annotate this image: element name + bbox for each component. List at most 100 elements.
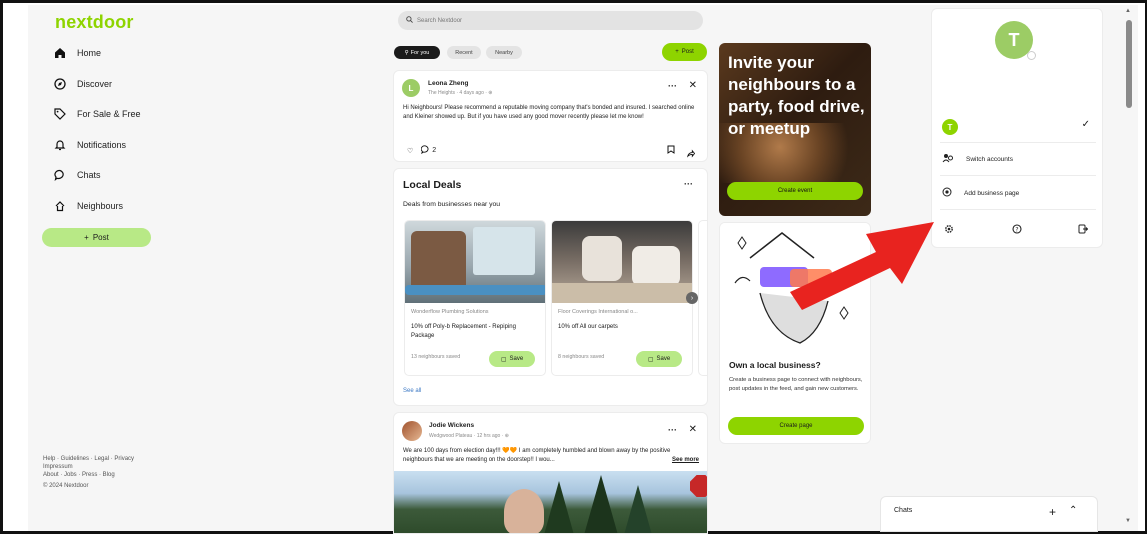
neighbours-icon — [53, 199, 67, 213]
business-ad-title: Own a local business? — [729, 360, 821, 370]
invite-headline: Invite your neighbours to a party, food … — [728, 53, 865, 138]
sidebar-item-label: Chats — [77, 170, 101, 180]
local-deals-title: Local Deals — [403, 179, 462, 191]
deal-photo — [405, 221, 545, 303]
more-options-icon[interactable]: ··· — [668, 81, 677, 91]
sidebar-item-notifications[interactable]: Notifications — [53, 138, 126, 152]
sidebar-item-neighbours[interactable]: Neighbours — [53, 199, 123, 213]
help-icon[interactable]: ? — [1012, 221, 1022, 239]
avatar[interactable] — [402, 421, 422, 441]
comment-icon[interactable] — [421, 145, 430, 156]
see-all-link[interactable]: See all — [403, 388, 421, 394]
deal-photo — [552, 221, 692, 303]
scrollbar-thumb[interactable] — [1126, 20, 1132, 108]
see-more-link[interactable]: See more — [672, 457, 699, 463]
local-deals-card: Local Deals ··· Deals from businesses ne… — [393, 168, 708, 406]
sidebar-item-discover[interactable]: Discover — [53, 77, 112, 91]
close-icon[interactable]: ✕ — [689, 424, 697, 435]
sidebar-item-label: Notifications — [77, 140, 127, 150]
add-circle-icon — [942, 187, 952, 199]
deal-card-partial[interactable] — [698, 220, 707, 376]
business-ad[interactable]: Own a local business? Create a business … — [719, 222, 871, 444]
post-photo[interactable] — [394, 471, 707, 533]
deal-saved-count: 8 neighbours saved — [558, 354, 605, 360]
sidebar-item-home[interactable]: Home — [53, 46, 101, 60]
carousel-next-icon[interactable]: › — [686, 292, 698, 304]
feed-post-button[interactable]: + Post — [662, 43, 707, 61]
scroll-down-icon[interactable]: ▼ — [1125, 518, 1131, 524]
bookmark-icon: ▢ — [500, 356, 507, 363]
add-business-page-item[interactable]: Add business page — [942, 187, 1019, 199]
post-card[interactable]: L Leona Zheng The Heights · 4 days ago ·… — [393, 70, 708, 162]
scroll-up-icon[interactable]: ▲ — [1125, 8, 1131, 14]
sidebar-item-label: For Sale & Free — [77, 109, 141, 119]
new-chat-plus-icon[interactable]: + — [1049, 505, 1056, 519]
deal-card[interactable]: Floor Coverings International o... 10% o… — [551, 220, 693, 376]
filter-for-you[interactable]: ⚲ For you — [394, 46, 440, 59]
deal-business: Floor Coverings International o... — [558, 309, 638, 315]
deal-business: Wonderflow Plumbing Solutions — [411, 309, 489, 315]
share-icon[interactable] — [686, 145, 696, 161]
footer-copyright: © 2024 Nextdoor — [43, 483, 89, 489]
account-avatar-small[interactable]: T — [942, 119, 958, 135]
home-icon — [53, 46, 67, 60]
save-button[interactable]: ▢ Save — [489, 351, 535, 367]
divider — [940, 175, 1096, 176]
business-ad-body: Create a business page to connect with n… — [729, 377, 863, 392]
save-button[interactable]: ▢ Save — [636, 351, 682, 367]
post-meta: The Heights · 4 days ago · ⊕ — [428, 90, 493, 96]
heart-icon[interactable]: ♡ — [407, 147, 413, 155]
search-input[interactable]: Search Nextdoor — [398, 11, 703, 30]
plus-icon: + — [675, 49, 679, 55]
divider — [940, 209, 1096, 210]
search-icon — [406, 16, 413, 25]
chat-icon — [53, 168, 67, 182]
business-illustration — [720, 223, 870, 353]
bell-icon — [53, 138, 67, 152]
tag-icon — [53, 107, 67, 121]
sidebar-item-label: Discover — [77, 79, 113, 89]
plus-icon: + — [84, 233, 89, 242]
close-icon[interactable]: ✕ — [689, 80, 697, 91]
more-options-icon[interactable]: ··· — [668, 425, 677, 435]
bookmark-icon[interactable] — [667, 145, 675, 156]
check-icon: ✓ — [1081, 119, 1090, 130]
switch-accounts-item[interactable]: Switch accounts — [942, 153, 1013, 165]
divider — [940, 142, 1096, 143]
chats-dock[interactable]: Chats + ⌃ — [880, 496, 1098, 532]
sidebar-item-label: Home — [77, 48, 102, 58]
sign-out-icon[interactable] — [1078, 221, 1089, 239]
switch-accounts-icon — [942, 153, 954, 165]
comment-count: 2 — [432, 147, 437, 154]
svg-text:?: ? — [1015, 226, 1018, 233]
chevron-up-icon[interactable]: ⌃ — [1069, 505, 1077, 516]
scrollbar[interactable]: ▲ ▼ — [1123, 8, 1135, 530]
more-options-icon[interactable]: ··· — [684, 179, 693, 189]
footer-links-3[interactable]: About · Jobs · Press · Blog — [43, 471, 134, 479]
camera-icon[interactable] — [1027, 51, 1036, 60]
local-deals-subtitle: Deals from businesses near you — [403, 201, 501, 208]
filter-nearby[interactable]: Nearby — [486, 46, 522, 59]
sidebar-post-button[interactable]: + Post — [42, 228, 151, 247]
deal-offer: 10% off Poly-b Replacement - Repiping Pa… — [411, 324, 516, 339]
sidebar-item-chats[interactable]: Chats — [53, 168, 101, 182]
create-event-button[interactable]: Create event — [727, 182, 863, 200]
sidebar-item-for-sale[interactable]: For Sale & Free — [53, 107, 141, 121]
avatar[interactable]: L — [402, 79, 420, 97]
search-placeholder: Search Nextdoor — [417, 17, 463, 24]
filter-recent[interactable]: Recent — [447, 46, 481, 59]
post-card[interactable]: Jodie Wickens Wedgwood Plateau · 12 hrs … — [393, 412, 708, 534]
post-body: Hi Neighbours! Please recommend a reputa… — [403, 105, 695, 120]
post-meta: Wedgwood Plateau · 12 hrs ago · ⊕ — [429, 433, 509, 439]
footer-links-2[interactable]: Impressum — [43, 463, 134, 471]
post-author[interactable]: Jodie Wickens — [429, 422, 474, 429]
account-menu: T T ✓ Switch accounts Add business page … — [931, 8, 1103, 248]
invite-ad[interactable]: Invite your neighbours to a party, food … — [719, 43, 871, 216]
footer-links-1[interactable]: Help · Guidelines · Legal · Privacy — [43, 455, 134, 463]
nextdoor-logo[interactable]: nextdoor — [55, 12, 134, 33]
create-page-button[interactable]: Create page — [728, 417, 864, 435]
deal-card[interactable]: Wonderflow Plumbing Solutions 10% off Po… — [404, 220, 546, 376]
post-author[interactable]: Leona Zheng — [428, 80, 468, 87]
deal-offer: 10% off All our carpets — [558, 324, 618, 330]
settings-gear-icon[interactable] — [944, 221, 954, 239]
